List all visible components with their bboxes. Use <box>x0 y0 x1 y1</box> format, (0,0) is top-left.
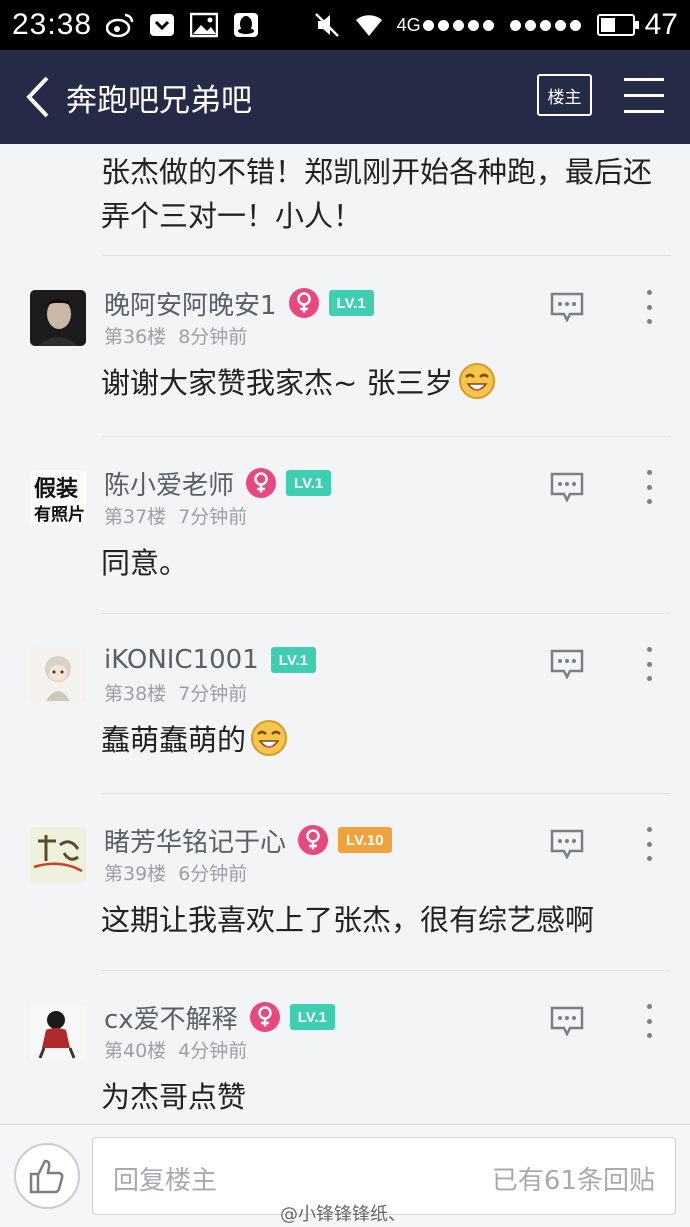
level-badge: LV.1 <box>328 290 374 316</box>
post-feed[interactable]: 张杰做的不错！郑凯刚开始各种跑，最后还弄个三对一！小人！ 晚阿安阿晚安1 LV.… <box>0 144 690 1124</box>
more-vertical-icon[interactable] <box>640 647 658 681</box>
list-item: iKONIC1001 LV.1 第38楼 7分钟前 蠢萌蠢萌的 <box>0 645 690 825</box>
username[interactable]: 晚阿安阿晚安1 <box>104 285 277 322</box>
floor-number: 第39楼 <box>104 863 167 885</box>
pocket-icon <box>148 11 176 39</box>
mute-icon <box>313 11 341 39</box>
post-time: 6分钟前 <box>178 863 248 885</box>
floor-number: 第40楼 <box>104 1040 167 1062</box>
avatar[interactable] <box>30 1004 86 1060</box>
post-content: 蠢萌蠢萌的 <box>101 717 288 759</box>
list-item: cx爱不解释 LV.1 第40楼 4分钟前 为杰哥点赞 <box>0 1002 690 1124</box>
status-bar: 23:38 4G 47 <box>0 0 690 50</box>
signal-dots-2 <box>509 19 581 31</box>
post-meta: 第36楼 8分钟前 <box>104 322 247 349</box>
more-vertical-icon[interactable] <box>640 1004 658 1038</box>
comment-icon[interactable] <box>550 829 584 859</box>
thumbs-up-icon <box>29 1159 64 1194</box>
user-info: 晚阿安阿晚安1 LV.1 <box>104 285 374 322</box>
post-content: 同意。 <box>101 540 188 582</box>
top-app-bar: 奔跑吧兄弟吧 楼主 <box>0 50 690 144</box>
svg-text:有照片: 有照片 <box>34 504 85 525</box>
smile-emoji-icon <box>458 362 496 400</box>
more-vertical-icon[interactable] <box>640 827 658 861</box>
female-icon <box>288 288 319 318</box>
like-button[interactable] <box>14 1143 80 1209</box>
page-title: 奔跑吧兄弟吧 <box>66 82 252 119</box>
battery-icon <box>596 14 639 36</box>
divider <box>101 255 671 256</box>
username[interactable]: 睹芳华铭记于心 <box>104 822 286 859</box>
list-item: 睹芳华铭记于心 LV.10 第39楼 6分钟前 这期让我喜欢上了张杰，很有综艺感啊 <box>0 825 690 1005</box>
only-op-button[interactable]: 楼主 <box>537 74 592 116</box>
post-time: 7分钟前 <box>178 506 248 528</box>
avatar[interactable] <box>30 827 86 883</box>
female-icon <box>246 468 277 498</box>
weibo-icon <box>106 11 134 39</box>
chevron-left-icon <box>26 76 49 118</box>
post-meta: 第39楼 6分钟前 <box>104 859 247 886</box>
status-time: 23:38 <box>12 8 93 41</box>
female-icon <box>298 825 329 855</box>
divider <box>101 793 671 794</box>
watermark: @小锋锋锋纸、 <box>280 1204 406 1225</box>
wifi-icon <box>355 11 383 39</box>
list-item: 晚阿安阿晚安1 LV.1 第36楼 8分钟前 谢谢大家赞我家杰~ 张三岁 <box>0 288 690 468</box>
level-badge: LV.1 <box>289 1004 335 1030</box>
post-meta: 第37楼 7分钟前 <box>104 502 247 529</box>
user-info: 睹芳华铭记于心 LV.10 <box>104 822 392 859</box>
post-time: 7分钟前 <box>178 683 248 705</box>
post-text: 蠢萌蠢萌的 <box>101 723 247 757</box>
list-item: 假装 有照片 陈小爱老师 LV.1 第37楼 7分钟前 同意。 <box>0 468 690 648</box>
comment-icon[interactable] <box>550 649 584 679</box>
username[interactable]: 陈小爱老师 <box>104 465 234 502</box>
reply-count: 已有61条回贴 <box>491 1166 655 1196</box>
user-info: cx爱不解释 LV.1 <box>104 999 335 1036</box>
divider <box>101 613 671 614</box>
level-badge: LV.10 <box>338 827 392 853</box>
floor-number: 第37楼 <box>104 506 167 528</box>
avatar[interactable] <box>30 290 86 346</box>
post-text: 同意。 <box>101 546 189 580</box>
floor-number: 第38楼 <box>104 683 167 705</box>
post-text: 这期让我喜欢上了张杰，很有综艺感啊 <box>101 903 595 937</box>
level-badge: LV.1 <box>286 470 332 496</box>
divider <box>101 436 671 437</box>
comment-icon[interactable] <box>550 1006 584 1036</box>
avatar[interactable]: 假装 有照片 <box>30 470 86 526</box>
more-vertical-icon[interactable] <box>640 470 658 504</box>
signal-dots-1 <box>422 19 494 31</box>
username[interactable]: cx爱不解释 <box>104 999 238 1036</box>
post-time: 4分钟前 <box>178 1040 248 1062</box>
female-icon <box>249 1002 280 1032</box>
post-meta: 第38楼 7分钟前 <box>104 679 247 706</box>
more-vertical-icon[interactable] <box>640 290 658 324</box>
reply-placeholder: 回复楼主 <box>113 1166 218 1196</box>
back-button[interactable] <box>10 50 66 144</box>
username[interactable]: iKONIC1001 <box>104 645 259 675</box>
comment-icon[interactable] <box>550 292 584 322</box>
post-text: 为杰哥点赞 <box>101 1080 247 1114</box>
post-content: 谢谢大家赞我家杰~ 张三岁 <box>101 360 496 402</box>
gallery-icon <box>190 11 219 39</box>
partial-post-content: 张杰做的不错！郑凯刚开始各种跑，最后还弄个三对一！小人！ <box>101 155 653 233</box>
post-meta: 第40楼 4分钟前 <box>104 1036 247 1063</box>
user-info: 陈小爱老师 LV.1 <box>104 465 332 502</box>
qq-icon <box>232 11 260 39</box>
post-text: 谢谢大家赞我家杰~ 张三岁 <box>101 366 454 400</box>
level-badge: LV.1 <box>270 647 316 673</box>
floor-number: 第36楼 <box>104 326 167 348</box>
svg-text:假装: 假装 <box>34 477 78 502</box>
smile-emoji-icon <box>250 719 288 757</box>
user-info: iKONIC1001 LV.1 <box>104 643 316 677</box>
comment-icon[interactable] <box>550 472 584 502</box>
menu-icon[interactable] <box>624 76 666 116</box>
post-time: 8分钟前 <box>178 326 248 348</box>
divider <box>101 970 671 971</box>
post-content: 为杰哥点赞 <box>101 1074 246 1116</box>
battery-percent: 47 <box>644 8 678 41</box>
network-type: 4G <box>396 14 421 35</box>
avatar[interactable] <box>30 647 86 703</box>
post-content: 这期让我喜欢上了张杰，很有综艺感啊 <box>101 897 594 939</box>
